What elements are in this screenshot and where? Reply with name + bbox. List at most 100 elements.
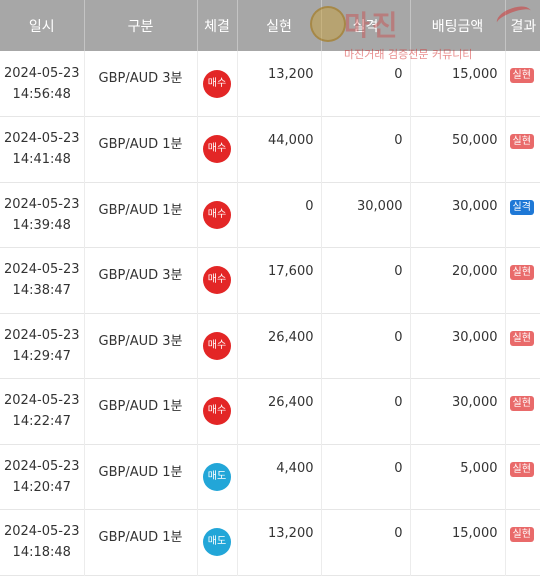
header-category: 구분 bbox=[84, 0, 198, 51]
trade-history-table: 일시 구분 체결 실현 실격 배팅금액 결과 2024-05-23 14:56:4… bbox=[0, 0, 540, 576]
table-header-row: 일시 구분 체결 실현 실격 배팅금액 결과 bbox=[0, 0, 540, 51]
realized-cell: 13,200 bbox=[237, 509, 322, 575]
realized-cell: 0 bbox=[237, 182, 322, 248]
header-bet-amount: 배팅금액 bbox=[410, 0, 506, 51]
loss-cell: 0 bbox=[321, 509, 411, 575]
time-text: 14:29:47 bbox=[12, 348, 71, 364]
datetime-cell: 2024-05-23 14:18:48 bbox=[0, 509, 85, 575]
result-badge: 실현 bbox=[509, 396, 534, 411]
datetime-cell: 2024-05-23 14:56:48 bbox=[0, 51, 85, 117]
result-badge: 실현 bbox=[509, 461, 534, 477]
result-badge: 실현 bbox=[509, 134, 534, 149]
buy-badge: 매수 bbox=[203, 397, 231, 426]
time-text: 14:18:48 bbox=[12, 545, 71, 561]
sell-badge: 매도 bbox=[203, 462, 231, 491]
time-text: 14:20:47 bbox=[12, 479, 71, 495]
result-badge: 실현 bbox=[509, 265, 534, 280]
type-cell: 매수 bbox=[197, 182, 238, 248]
buy-badge: 매수 bbox=[203, 135, 231, 164]
result-cell: 실격 bbox=[505, 182, 540, 248]
result-badge: 실현 bbox=[509, 330, 534, 346]
realized-cell: 26,400 bbox=[237, 313, 322, 379]
datetime-cell: 2024-05-23 14:39:48 bbox=[0, 182, 85, 248]
datetime-cell: 2024-05-23 14:20:47 bbox=[0, 444, 85, 510]
result-cell: 실현 bbox=[505, 444, 540, 510]
time-text: 14:22:47 bbox=[12, 414, 71, 430]
date-text: 2024-05-23 bbox=[3, 524, 80, 540]
loss-cell: 0 bbox=[321, 51, 411, 117]
loss-cell: 0 bbox=[321, 378, 411, 444]
datetime-cell: 2024-05-23 14:29:47 bbox=[0, 313, 85, 379]
date-text: 2024-05-23 bbox=[3, 65, 80, 81]
datetime-cell: 2024-05-23 14:38:47 bbox=[0, 247, 85, 313]
header-datetime: 일시 bbox=[0, 0, 85, 51]
bet-amount-cell: 20,000 bbox=[410, 247, 506, 313]
result-cell: 실현 bbox=[505, 378, 540, 444]
buy-badge: 매수 bbox=[203, 69, 231, 98]
time-text: 14:38:47 bbox=[12, 283, 71, 299]
realized-cell: 26,400 bbox=[237, 378, 322, 444]
bet-amount-cell: 30,000 bbox=[410, 182, 506, 248]
date-text: 2024-05-23 bbox=[3, 131, 80, 147]
date-text: 2024-05-23 bbox=[3, 262, 80, 278]
category-cell: GBP/AUD 1분 bbox=[84, 182, 198, 248]
realized-cell: 44,000 bbox=[237, 116, 322, 182]
buy-badge: 매수 bbox=[203, 200, 231, 229]
type-cell: 매수 bbox=[197, 51, 238, 117]
realized-cell: 4,400 bbox=[237, 444, 322, 510]
bet-amount-cell: 50,000 bbox=[410, 116, 506, 182]
result-cell: 실현 bbox=[505, 247, 540, 313]
datetime-cell: 2024-05-23 14:22:47 bbox=[0, 378, 85, 444]
table-row: 2024-05-23 14:56:48 GBP/AUD 3분 매수 13,200 … bbox=[0, 51, 540, 117]
result-badge: 실격 bbox=[509, 199, 534, 215]
table-row: 2024-05-23 14:39:48 GBP/AUD 1분 매수 0 30,00… bbox=[0, 182, 540, 248]
realized-cell: 17,600 bbox=[237, 247, 322, 313]
type-cell: 매수 bbox=[197, 378, 238, 444]
loss-cell: 0 bbox=[321, 313, 411, 379]
table-row: 2024-05-23 14:18:48 GBP/AUD 1분 매도 13,200 … bbox=[0, 509, 540, 575]
loss-cell: 0 bbox=[321, 444, 411, 510]
time-text: 14:39:48 bbox=[12, 217, 71, 233]
category-cell: GBP/AUD 1분 bbox=[84, 509, 198, 575]
loss-cell: 30,000 bbox=[321, 182, 411, 248]
bet-amount-cell: 30,000 bbox=[410, 313, 506, 379]
table-row: 2024-05-23 14:29:47 GBP/AUD 3분 매수 26,400 … bbox=[0, 313, 540, 379]
date-text: 2024-05-23 bbox=[3, 458, 80, 474]
table-row: 2024-05-23 14:22:47 GBP/AUD 1분 매수 26,400 … bbox=[0, 378, 540, 444]
table-row: 2024-05-23 14:38:47 GBP/AUD 3분 매수 17,600 … bbox=[0, 247, 540, 313]
type-cell: 매수 bbox=[197, 247, 238, 313]
buy-badge: 매수 bbox=[203, 331, 231, 360]
loss-cell: 0 bbox=[321, 116, 411, 182]
date-text: 2024-05-23 bbox=[3, 393, 80, 409]
table-row: 2024-05-23 14:41:48 GBP/AUD 1분 매수 44,000 … bbox=[0, 116, 540, 182]
buy-badge: 매수 bbox=[203, 266, 231, 295]
category-cell: GBP/AUD 1분 bbox=[84, 378, 198, 444]
date-text: 2024-05-23 bbox=[3, 196, 80, 212]
time-text: 14:41:48 bbox=[12, 152, 71, 168]
loss-cell: 0 bbox=[321, 247, 411, 313]
result-cell: 실현 bbox=[505, 313, 540, 379]
result-badge: 실현 bbox=[509, 68, 534, 83]
header-loss: 실격 bbox=[321, 0, 411, 51]
date-text: 2024-05-23 bbox=[3, 327, 80, 343]
result-badge: 실현 bbox=[509, 527, 534, 542]
result-cell: 실현 bbox=[505, 509, 540, 575]
result-cell: 실현 bbox=[505, 116, 540, 182]
type-cell: 매도 bbox=[197, 509, 238, 575]
bet-amount-cell: 15,000 bbox=[410, 509, 506, 575]
result-cell: 실현 bbox=[505, 51, 540, 117]
datetime-cell: 2024-05-23 14:41:48 bbox=[0, 116, 85, 182]
category-cell: GBP/AUD 3분 bbox=[84, 51, 198, 117]
header-type: 체결 bbox=[197, 0, 238, 51]
type-cell: 매수 bbox=[197, 116, 238, 182]
table-row: 2024-05-23 14:20:47 GBP/AUD 1분 매도 4,400 0… bbox=[0, 444, 540, 510]
category-cell: GBP/AUD 3분 bbox=[84, 313, 198, 379]
category-cell: GBP/AUD 1분 bbox=[84, 116, 198, 182]
category-cell: GBP/AUD 1분 bbox=[84, 444, 198, 510]
bet-amount-cell: 15,000 bbox=[410, 51, 506, 117]
type-cell: 매수 bbox=[197, 313, 238, 379]
category-cell: GBP/AUD 3분 bbox=[84, 247, 198, 313]
bet-amount-cell: 5,000 bbox=[410, 444, 506, 510]
realized-cell: 13,200 bbox=[237, 51, 322, 117]
type-cell: 매도 bbox=[197, 444, 238, 510]
